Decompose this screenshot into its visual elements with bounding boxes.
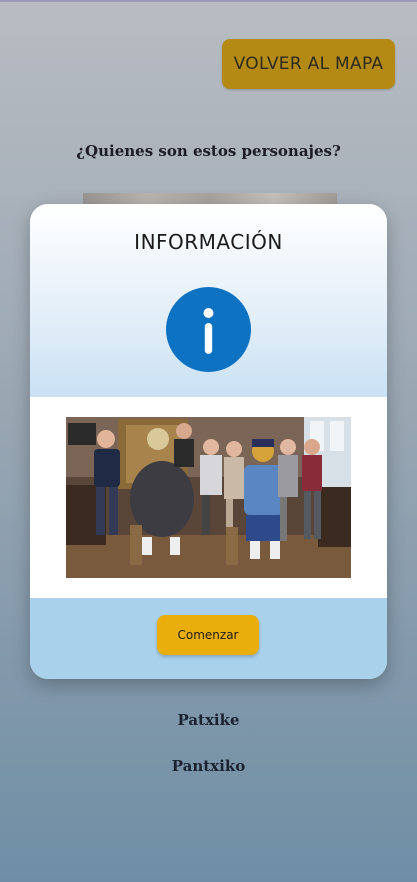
character-name-pantxiko[interactable]: Pantxiko	[0, 757, 417, 775]
question-heading: ¿Quienes son estos personajes?	[76, 142, 341, 160]
info-icon	[166, 287, 251, 372]
back-to-map-button[interactable]: VOLVER AL MAPA	[222, 39, 395, 89]
modal-header: INFORMACIÓN	[30, 204, 387, 397]
group-photo	[66, 417, 351, 578]
modal-title: INFORMACIÓN	[134, 230, 283, 254]
character-name-patxike[interactable]: Patxike	[0, 711, 417, 729]
info-modal: INFORMACIÓN Comenzar	[30, 204, 387, 679]
modal-footer: Comenzar	[30, 598, 387, 679]
top-border	[0, 0, 417, 2]
modal-body	[30, 397, 387, 598]
start-button[interactable]: Comenzar	[157, 615, 259, 655]
